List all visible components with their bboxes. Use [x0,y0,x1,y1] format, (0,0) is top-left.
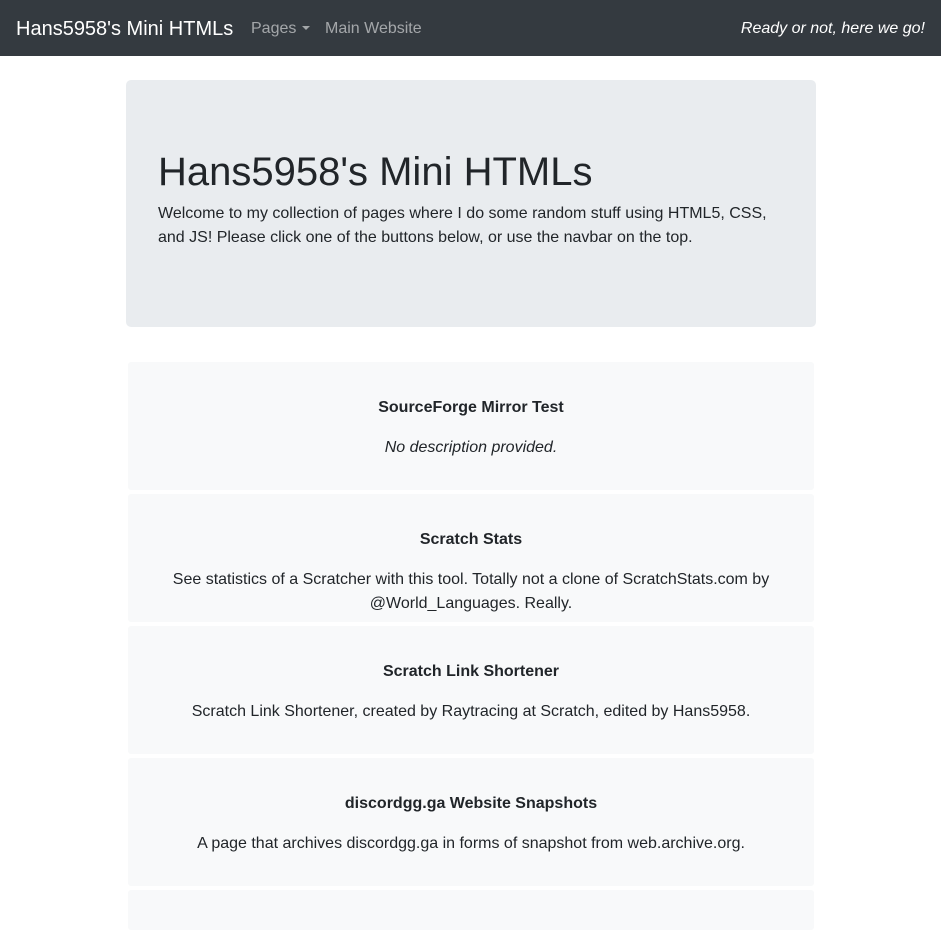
card-title: SourceForge Mirror Test [378,399,564,416]
intro-text: Welcome to my collection of pages where … [158,205,767,246]
card-description: See statistics of a Scratcher with this … [172,571,770,612]
page-title: Hans5958's Mini HTMLs [158,150,593,194]
page-card-scratch-link-shortener[interactable]: Scratch Link Shortener Scratch Link Shor… [128,626,814,754]
jumbotron: Hans5958's Mini HTMLs Welcome to my coll… [126,80,816,327]
card-title: Scratch Stats [419,531,523,548]
page-card-discordgg-snapshots[interactable]: discordgg.ga Website Snapshots A page th… [128,758,814,886]
pages-dropdown[interactable]: Pages [251,19,311,39]
pages-dropdown-label: Pages [251,20,297,37]
page-card-sourceforge-mirror-test[interactable]: SourceForge Mirror Test No description p… [128,362,814,490]
card-description: No description provided. [384,439,558,456]
chevron-down-icon [302,26,311,30]
card-description: A page that archives discordgg.ga in for… [197,835,745,852]
page-card-scratch-stats[interactable]: Scratch Stats See statistics of a Scratc… [128,494,814,622]
navbar-tagline: Ready or not, here we go! [740,20,925,37]
card-description: Scratch Link Shortener, created by Raytr… [191,703,751,720]
navbar: Hans5958's Mini HTMLs Pages Main Website… [0,0,941,56]
card-title: Scratch Link Shortener [382,663,560,680]
main-website-link[interactable]: Main Website [325,19,422,39]
card-title: discordgg.ga Website Snapshots [344,795,598,812]
navbar-brand[interactable]: Hans5958's Mini HTMLs [16,16,233,42]
page-card-partial[interactable] [128,890,814,930]
